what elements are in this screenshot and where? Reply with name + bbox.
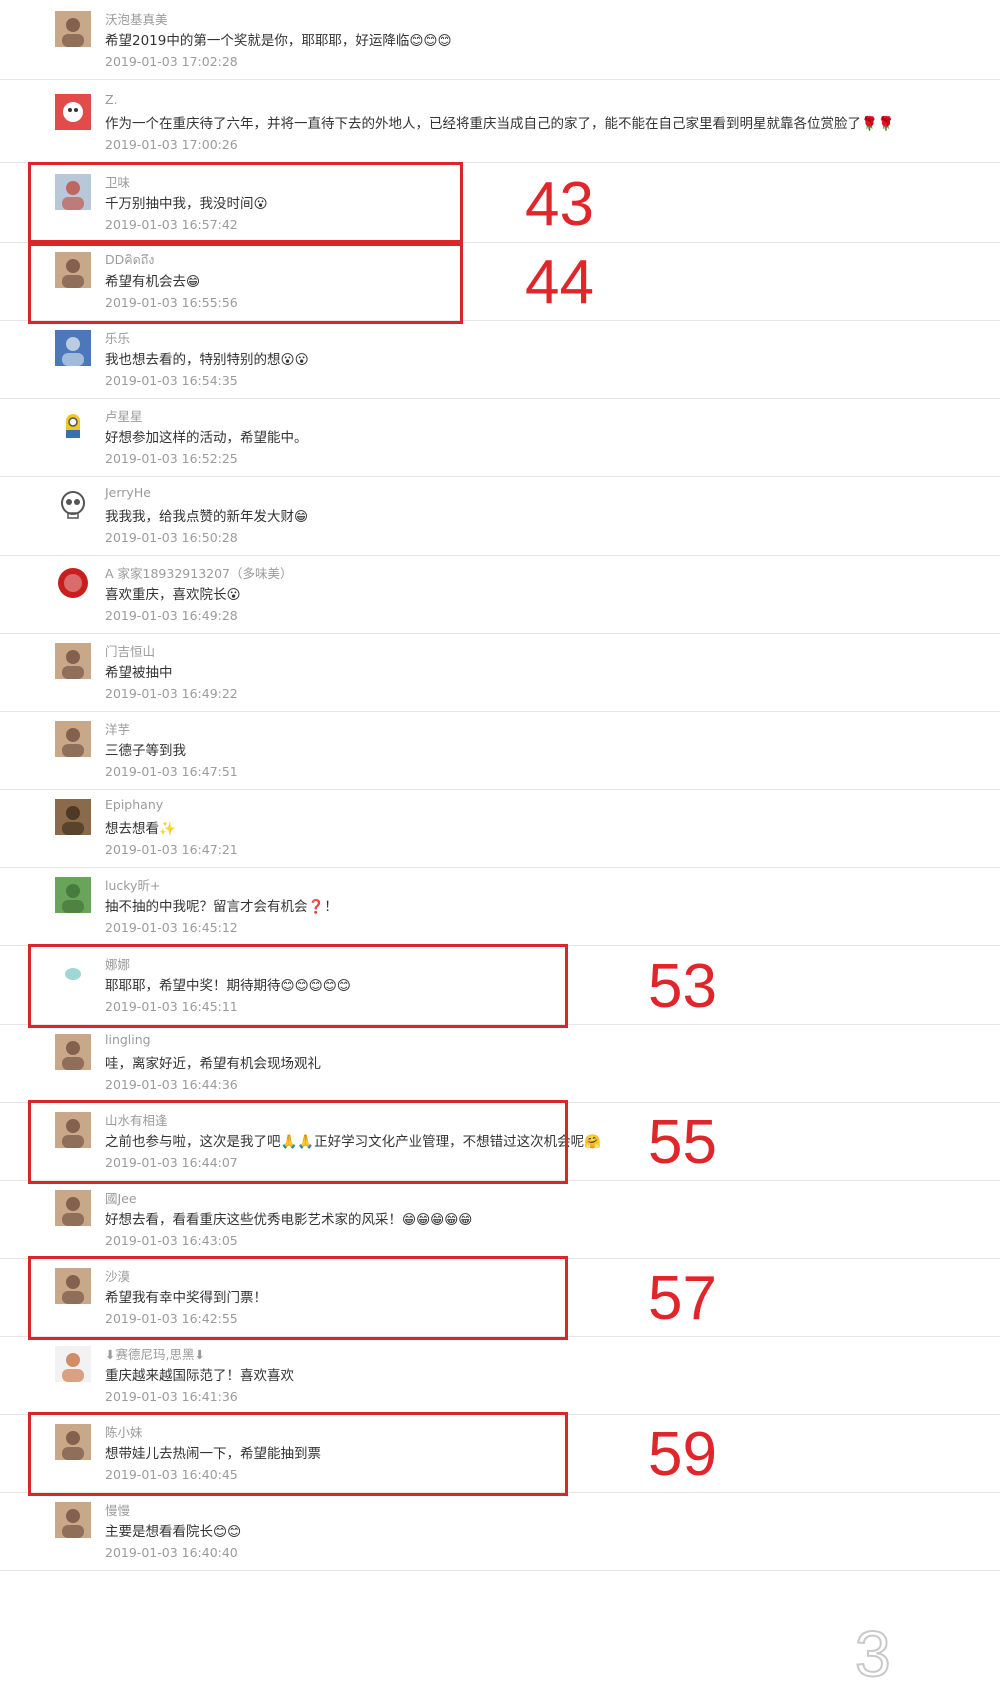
commenter-name[interactable]: Z. [105, 92, 118, 107]
highlight-number: 59 [648, 1420, 717, 1489]
person-avatar[interactable] [55, 1034, 91, 1070]
highlight-number: 53 [648, 952, 717, 1021]
comment-text: 希望2019中的第一个奖就是你，耶耶耶，好运降临😊😊😊 [105, 33, 452, 49]
comment-text: 哇，离家好近，希望有机会现场观礼 [105, 1056, 321, 1072]
comment-text: 希望被抽中 [105, 665, 173, 681]
comment-timestamp: 2019-01-03 16:41:36 [105, 1389, 238, 1404]
comment-text: 抽不抽的中我呢？留言才会有机会❓！ [105, 899, 338, 915]
commenter-name[interactable]: lingling [105, 1032, 151, 1047]
comment-timestamp: 2019-01-03 16:54:35 [105, 373, 238, 388]
highlight-box [28, 162, 463, 246]
comment-text: 三德子等到我 [105, 743, 186, 759]
comment-text: 我我我，给我点赞的新年发大财😁 [105, 509, 309, 525]
commenter-name[interactable]: A 家家18932913207（多味美） [105, 563, 293, 582]
comment-list: 沃泡基真美希望2019中的第一个奖就是你，耶耶耶，好运降临😊😊😊 2019-01-… [0, 0, 1000, 1698]
comment-item: Epiphany 想去想看✨ 2019-01-03 16:47:21 [0, 788, 1000, 868]
comment-timestamp: 2019-01-03 17:00:26 [105, 137, 238, 152]
commenter-name[interactable]: 洋芋 [105, 719, 130, 738]
comment-text: 作为一个在重庆待了六年，并将一直待下去的外地人，已经将重庆当成自己的家了，能不能… [105, 116, 895, 132]
comment-item: 沃泡基真美希望2019中的第一个奖就是你，耶耶耶，好运降临😊😊😊 2019-01-… [0, 0, 1000, 80]
highlight-number: 43 [525, 170, 594, 239]
commenter-name[interactable]: 慢慢 [105, 1500, 130, 1519]
commenter-name[interactable]: Epiphany [105, 797, 163, 812]
comment-timestamp: 2019-01-03 16:49:22 [105, 686, 238, 701]
highlight-number: 55 [648, 1108, 717, 1177]
cat-avatar[interactable] [55, 799, 91, 835]
sky-avatar[interactable] [55, 330, 91, 366]
comment-timestamp: 2019-01-03 16:47:51 [105, 764, 238, 779]
comment-item: lucky昕+ 抽不抽的中我呢？留言才会有机会❓！ 2019-01-03 16:45… [0, 866, 1000, 946]
comment-timestamp: 2019-01-03 16:40:40 [105, 1545, 238, 1560]
comment-text: 喜欢重庆，喜欢院长😮 [105, 587, 241, 603]
comment-timestamp: 2019-01-03 16:47:21 [105, 842, 238, 857]
comment-timestamp: 2019-01-03 16:49:28 [105, 608, 238, 623]
commenter-name[interactable]: lucky昕+ [105, 875, 160, 894]
comment-item: 洋芋三德子等到我 2019-01-03 16:47:51 [0, 710, 1000, 790]
runner-avatar[interactable] [55, 1346, 91, 1382]
commenter-name[interactable]: JerryHe [105, 485, 151, 500]
comment-text: 我也想去看的，特别特别的想😮😮 [105, 352, 309, 368]
comment-text: 好想去看，看看重庆这些优秀电影艺术家的风采！😁😁😁😁😁 [105, 1212, 473, 1228]
comment-item: JerryHe 我我我，给我点赞的新年发大财😁 2019-01-03 16:50:2… [0, 476, 1000, 556]
comment-text: 好想参加这样的活动，希望能中。 [105, 430, 308, 446]
highlight-box [28, 1100, 568, 1184]
comment-timestamp: 2019-01-03 17:02:28 [105, 54, 238, 69]
comment-item: 门吉恒山希望被抽中 2019-01-03 16:49:22 [0, 632, 1000, 712]
comment-item: 乐乐我也想去看的，特别特别的想😮😮 2019-01-03 16:54:35 [0, 319, 1000, 399]
person-avatar[interactable] [55, 1190, 91, 1226]
person-avatar[interactable] [55, 1502, 91, 1538]
brand-avatar[interactable] [55, 565, 91, 601]
person-avatar[interactable] [55, 643, 91, 679]
red-cartoon-avatar[interactable] [55, 94, 91, 130]
commenter-name[interactable]: 國Jee [105, 1188, 137, 1207]
highlight-number: 44 [525, 248, 594, 317]
comment-timestamp: 2019-01-03 16:50:28 [105, 530, 238, 545]
comment-item: Z. 作为一个在重庆待了六年，并将一直待下去的外地人，已经将重庆当成自己的家了，能… [0, 83, 1000, 163]
comment-item: 慢慢主要是想看看院长😊😊 2019-01-03 16:40:40 [0, 1491, 1000, 1571]
grass-avatar[interactable] [55, 877, 91, 913]
highlight-box [28, 1256, 568, 1340]
comment-timestamp: 2019-01-03 16:52:25 [105, 451, 238, 466]
highlight-number: 57 [648, 1264, 717, 1333]
highlight-box [28, 1412, 568, 1496]
skull-avatar[interactable] [55, 487, 91, 523]
comment-item: A 家家18932913207（多味美） 喜欢重庆，喜欢院长😮 2019-01-03… [0, 554, 1000, 634]
commenter-name[interactable]: 门吉恒山 [105, 641, 155, 660]
highlight-box [28, 944, 568, 1028]
commenter-name[interactable]: ⬇赛德尼玛,思黑⬇ [105, 1344, 205, 1363]
commenter-name[interactable]: 卢星星 [105, 406, 143, 425]
person-avatar[interactable] [55, 721, 91, 757]
comment-timestamp: 2019-01-03 16:43:05 [105, 1233, 238, 1248]
highlight-box [28, 240, 463, 324]
page-number: 3 [854, 1618, 892, 1690]
comment-item: ⬇赛德尼玛,思黑⬇ 重庆越来越国际范了！喜欢喜欢 2019-01-03 16:41:… [0, 1335, 1000, 1415]
comment-text: 重庆越来越国际范了！喜欢喜欢 [105, 1368, 294, 1384]
minion-avatar[interactable] [55, 408, 91, 444]
comment-item: 卢星星好想参加这样的活动，希望能中。 2019-01-03 16:52:25 [0, 397, 1000, 477]
comment-text: 想去想看✨ [105, 821, 176, 837]
comment-timestamp: 2019-01-03 16:45:12 [105, 920, 238, 935]
person-avatar[interactable] [55, 11, 91, 47]
commenter-name[interactable]: 沃泡基真美 [105, 9, 168, 28]
comment-item: lingling 哇，离家好近，希望有机会现场观礼 2019-01-03 16:44… [0, 1023, 1000, 1103]
comment-text: 主要是想看看院长😊😊 [105, 1524, 242, 1540]
comment-item: 國Jee 好想去看，看看重庆这些优秀电影艺术家的风采！😁😁😁😁😁 2019-01-0… [0, 1179, 1000, 1259]
comment-timestamp: 2019-01-03 16:44:36 [105, 1077, 238, 1092]
commenter-name[interactable]: 乐乐 [105, 328, 130, 347]
